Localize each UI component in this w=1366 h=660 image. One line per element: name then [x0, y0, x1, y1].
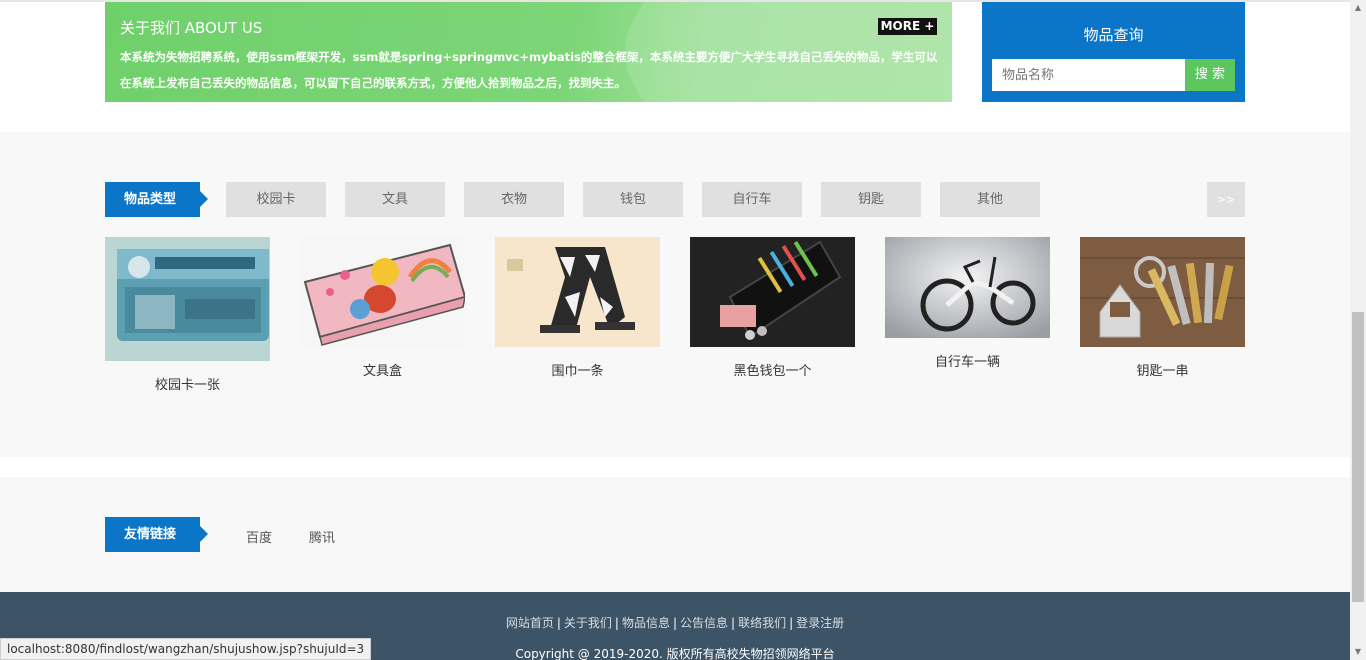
item-caption[interactable]: 校园卡一张 [105, 374, 270, 393]
status-url-bar: localhost:8080/findlost/wangzhan/shujush… [0, 638, 372, 660]
wallet-image[interactable] [690, 237, 855, 347]
more-button[interactable]: MORE + [878, 18, 937, 35]
search-input[interactable] [992, 59, 1185, 91]
category-label: 物品类型 [105, 182, 208, 217]
scroll-down-icon[interactable]: ▼ [1350, 644, 1366, 660]
link-baidu[interactable]: 百度 [246, 527, 272, 546]
separator: | [556, 616, 561, 630]
item-card[interactable]: 自行车一辆 [885, 237, 1050, 370]
pencil-case-image[interactable] [300, 237, 465, 347]
item-card[interactable]: 围巾一条 [495, 237, 660, 379]
tab-clothing[interactable]: 衣物 [464, 182, 564, 217]
footer-link-home[interactable]: 网站首页 [506, 616, 554, 630]
item-caption[interactable]: 钥匙一串 [1080, 360, 1245, 379]
scrollbar-thumb[interactable] [1352, 312, 1364, 602]
footer-link-contact[interactable]: 联络我们 [738, 616, 786, 630]
separator: | [731, 616, 736, 630]
separator: | [789, 616, 794, 630]
item-card[interactable]: 校园卡一张 [105, 237, 270, 393]
campus-card-image[interactable] [105, 237, 270, 361]
tab-stationery[interactable]: 文具 [345, 182, 445, 217]
about-title: 关于我们 ABOUT US [120, 19, 263, 37]
item-caption[interactable]: 自行车一辆 [885, 351, 1050, 370]
tab-other[interactable]: 其他 [940, 182, 1040, 217]
scarf-image[interactable] [495, 237, 660, 347]
tab-bicycle[interactable]: 自行车 [702, 182, 802, 217]
item-card[interactable]: 文具盒 [300, 237, 465, 379]
search-panel: 物品查询 搜 索 [982, 2, 1245, 102]
scroll-up-icon[interactable]: ▲ [1350, 0, 1366, 16]
about-description: 本系统为失物招聘系统，使用ssm框架开发，ssm就是spring+springm… [120, 50, 938, 90]
search-title: 物品查询 [1083, 26, 1144, 44]
link-tencent[interactable]: 腾讯 [309, 527, 335, 546]
tab-keys[interactable]: 钥匙 [821, 182, 921, 217]
keys-image[interactable] [1080, 237, 1245, 347]
separator: | [614, 616, 619, 630]
footer-link-login[interactable]: 登录注册 [796, 616, 844, 630]
bicycle-image[interactable] [885, 237, 1050, 338]
vertical-scrollbar[interactable]: ▲ ▼ [1350, 0, 1366, 660]
item-card[interactable]: 黑色钱包一个 [690, 237, 855, 379]
tab-wallet[interactable]: 钱包 [583, 182, 683, 217]
tab-campus-card[interactable]: 校园卡 [226, 182, 326, 217]
footer-nav: 网站首页 | 关于我们 | 物品信息 | 公告信息 | 联络我们 | 登录注册 [0, 614, 1350, 631]
item-card[interactable]: 钥匙一串 [1080, 237, 1245, 379]
item-caption[interactable]: 黑色钱包一个 [690, 360, 855, 379]
next-button[interactable]: >> [1207, 182, 1245, 217]
links-label: 友情链接 [105, 517, 208, 552]
footer-link-notices[interactable]: 公告信息 [680, 616, 728, 630]
item-caption[interactable]: 围巾一条 [495, 360, 660, 379]
footer-link-about[interactable]: 关于我们 [564, 616, 612, 630]
footer-link-items[interactable]: 物品信息 [622, 616, 670, 630]
about-panel: 关于我们 ABOUT US MORE + 本系统为失物招聘系统，使用ssm框架开… [105, 2, 952, 102]
item-caption[interactable]: 文具盒 [300, 360, 465, 379]
separator: | [672, 616, 678, 630]
search-button[interactable]: 搜 索 [1185, 59, 1235, 91]
